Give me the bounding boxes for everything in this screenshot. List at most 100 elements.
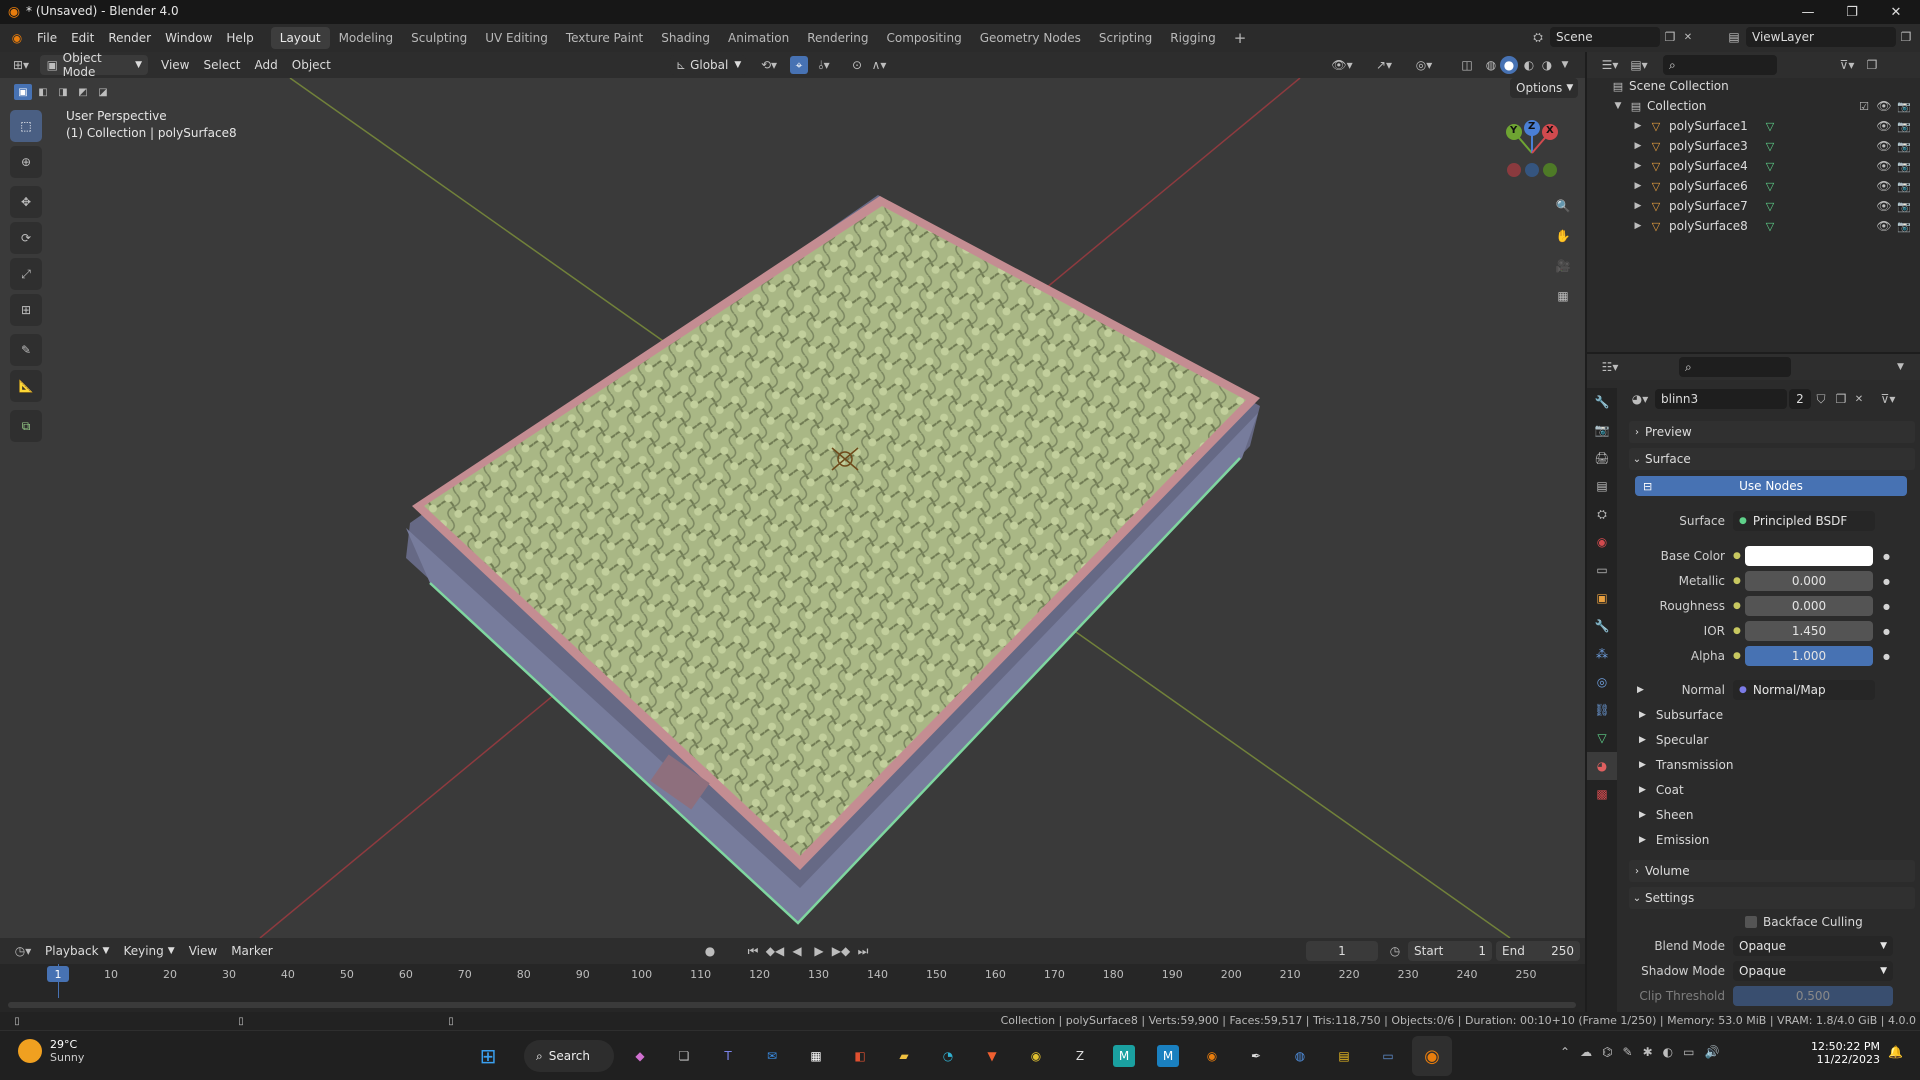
eye-icon[interactable]: 👁 [1876, 119, 1891, 133]
outliner-editor-icon[interactable]: ☰▾ [1595, 58, 1625, 72]
field-value-input[interactable]: 0.000 [1745, 596, 1873, 616]
unlink-material-icon[interactable]: ✕ [1851, 394, 1867, 405]
timeline-menu-marker[interactable]: Marker [224, 937, 279, 965]
window-app[interactable]: ▭ [1368, 1036, 1408, 1076]
expand-arrow-icon[interactable]: ▶ [1637, 685, 1644, 695]
tab-constraints[interactable]: ⛓ [1587, 696, 1617, 724]
tab-data[interactable]: ▽ [1587, 724, 1617, 752]
falloff-icon[interactable]: ∧▾ [868, 56, 890, 74]
measure-tool[interactable]: 📐 [10, 370, 42, 402]
field-value-input[interactable]: 0.000 [1745, 571, 1873, 591]
mode-dropdown[interactable]: ▣ Object Mode ▼ [40, 51, 148, 79]
blender-menu-icon[interactable]: ◉ [4, 31, 30, 45]
edge-app[interactable]: ◔ [928, 1036, 968, 1076]
outliner-search[interactable]: ⌕ [1663, 55, 1777, 75]
cursor-tool[interactable]: ⊕ [10, 146, 42, 178]
eye-icon[interactable]: 👁 [1876, 179, 1891, 193]
tab-tool[interactable]: 🔧 [1587, 388, 1617, 416]
mesh-data-icon[interactable]: ▽ [1763, 120, 1777, 133]
expand-arrow-icon[interactable]: ▶ [1633, 161, 1643, 171]
timeline-track[interactable]: 10 20 30 40 50 60 70 80 90 100 110 120 130 140 150 160 1… [0, 964, 1585, 1012]
camera-icon[interactable]: 📷 [1897, 180, 1911, 193]
chrome-app[interactable]: ◉ [1016, 1036, 1056, 1076]
maya-alt-app[interactable]: M [1148, 1036, 1188, 1076]
eye-icon[interactable]: 👁 [1876, 199, 1891, 213]
brave-app[interactable]: ▼ [972, 1036, 1012, 1076]
camera-icon[interactable]: 📷 [1897, 140, 1911, 153]
settings-section[interactable]: ⌄ Settings [1629, 887, 1915, 909]
task-view-app[interactable]: ❏ [664, 1036, 704, 1076]
expand-arrow-icon[interactable]: ▶ [1633, 181, 1643, 191]
timeline-menu-playback[interactable]: Playback ▼ [38, 937, 116, 965]
bsdf-subpanel[interactable]: ▶ Coat [1639, 779, 1684, 801]
clock-icon[interactable]: ◷ [1386, 944, 1404, 958]
tab-scripting[interactable]: Scripting [1090, 27, 1161, 49]
office-app[interactable]: ◧ [840, 1036, 880, 1076]
wireframe-shading-icon[interactable]: ◍ [1482, 56, 1500, 74]
move-tool[interactable]: ✥ [10, 186, 42, 218]
collection-row[interactable]: ▼ ▤ Collection ☑ 👁 📷 [1587, 96, 1920, 116]
tab-layout[interactable]: Layout [270, 27, 330, 49]
discord-icon[interactable]: ◐ [1663, 1045, 1673, 1059]
surface-shader-field[interactable]: ● Principled BSDF [1733, 511, 1875, 531]
jump-start-icon[interactable]: ⏮ [744, 944, 762, 959]
mesh-data-icon[interactable]: ▽ [1763, 140, 1777, 153]
display-mode-icon[interactable]: ▤▾ [1625, 58, 1653, 72]
keyframe-dot-icon[interactable]: ● [1883, 552, 1890, 561]
surface-section[interactable]: ⌄ Surface [1629, 448, 1915, 470]
volume-section[interactable]: › Volume [1629, 860, 1915, 882]
material-browse-icon[interactable]: ◕▾ [1627, 392, 1653, 406]
tab-material[interactable]: ◕ [1587, 752, 1617, 780]
store-app[interactable]: ▦ [796, 1036, 836, 1076]
teams-app[interactable]: T [708, 1036, 748, 1076]
annotate-tool[interactable]: ✎ [10, 334, 42, 366]
keyframe-dot-icon[interactable]: ● [1883, 627, 1890, 636]
tab-render[interactable]: 📷 [1587, 416, 1617, 444]
timeline-editor-icon[interactable]: ◷▾ [8, 944, 38, 958]
pen-icon[interactable]: ✎ [1623, 1045, 1633, 1059]
chevron-up-icon[interactable]: ⌃ [1560, 1045, 1570, 1059]
bsdf-subpanel[interactable]: ▶ Sheen [1639, 804, 1694, 826]
camera-icon[interactable]: 📷 [1897, 220, 1911, 233]
tab-sculpting[interactable]: Sculpting [402, 27, 476, 49]
vp-menu-select[interactable]: Select [196, 51, 247, 79]
fake-user-icon[interactable]: ⛉ [1811, 392, 1831, 407]
camera-icon[interactable]: 📷 [1897, 160, 1911, 173]
prev-keyframe-icon[interactable]: ◆◀ [766, 944, 784, 958]
snap-target-icon[interactable]: ⫰▾ [812, 56, 836, 74]
notes-app[interactable]: ▤ [1324, 1036, 1364, 1076]
play-icon[interactable]: ▶ [810, 944, 828, 958]
overlay-toggle-icon[interactable]: ◎▾ [1412, 56, 1436, 74]
mail-app[interactable]: ✉ [752, 1036, 792, 1076]
add-workspace-icon[interactable]: + [1225, 27, 1256, 49]
blend-mode-dropdown[interactable]: Opaque ▼ [1733, 936, 1893, 956]
eye-icon[interactable]: 👁 [1876, 159, 1891, 173]
vp-menu-view[interactable]: View [154, 51, 196, 79]
end-frame-field[interactable]: End 250 [1496, 941, 1580, 961]
zbrush-app[interactable]: Z [1060, 1036, 1100, 1076]
volume-icon[interactable]: 🔊 [1705, 1045, 1720, 1059]
backface-culling-checkbox[interactable] [1745, 916, 1757, 928]
filter-icon[interactable]: ⊽▾ [1833, 58, 1861, 72]
field-value-input[interactable] [1745, 546, 1873, 566]
pivot-icon[interactable]: ⟲▾ [756, 56, 782, 74]
tab-output[interactable]: 🖨 [1587, 444, 1617, 472]
timeline-menu-view[interactable]: View [182, 937, 224, 965]
tab-uv-editing[interactable]: UV Editing [476, 27, 557, 49]
vp-menu-add[interactable]: Add [248, 51, 285, 79]
field-value-input[interactable]: 1.000 [1745, 646, 1873, 666]
menu-help[interactable]: Help [219, 24, 260, 52]
tab-texture[interactable]: ▩ [1587, 780, 1617, 808]
editor-type-icon[interactable]: ⊞▾ [6, 58, 36, 72]
scene-field[interactable]: Scene [1550, 27, 1660, 47]
copilot-app[interactable]: ◆ [620, 1036, 660, 1076]
minimize-button[interactable]: — [1786, 0, 1830, 24]
use-nodes-button[interactable]: ⊟ Use Nodes [1635, 476, 1907, 496]
tab-world[interactable]: ◉ [1587, 528, 1617, 556]
scene-collection-row[interactable]: ▤ Scene Collection [1587, 76, 1920, 96]
maya-app[interactable]: M [1104, 1036, 1144, 1076]
chevron-down-icon[interactable]: ▼ [1897, 362, 1904, 372]
material-filter-icon[interactable]: ⊽▾ [1873, 392, 1903, 406]
visibility-icon[interactable]: 👁▾ [1330, 56, 1354, 74]
ortho-toggle-button[interactable]: ▦ [1550, 283, 1576, 309]
